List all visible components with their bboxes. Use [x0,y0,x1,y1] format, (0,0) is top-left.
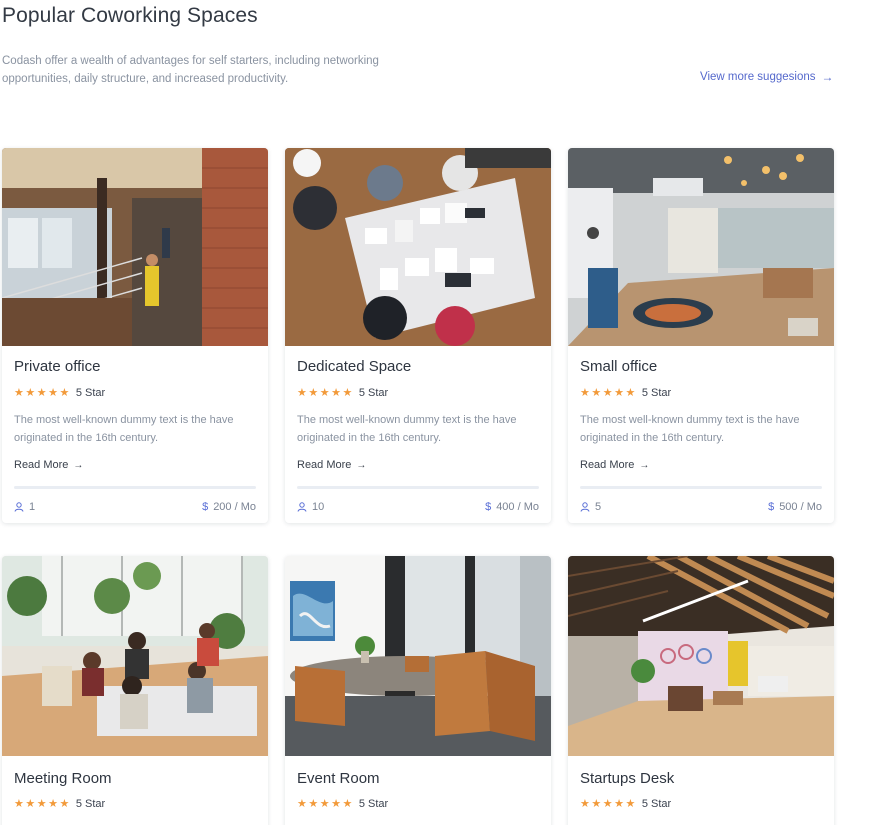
star-rating: ★★★★★ 5 Star [580,797,822,811]
rating-label: 5 Star [641,386,672,399]
rating-label: 5 Star [358,797,389,810]
price-value: 200 / Mo [213,501,256,513]
space-description: The most well-known dummy text is the ha… [580,414,800,444]
star-icons: ★★★★★ [297,798,354,810]
coworking-spaces-section: Popular Coworking Spaces Codash offer a … [0,0,886,825]
space-card-startups-desk: Startups Desk ★★★★★ 5 Star [568,556,834,825]
arrow-right-icon: → [356,459,367,471]
space-card-dedicated-space: Dedicated Space ★★★★★ 5 Star The most we… [285,148,551,523]
capacity: 10 [297,501,324,513]
space-photo[interactable] [285,556,551,756]
space-card-private-office: Private office ★★★★★ 5 Star The most wel… [2,148,268,523]
dollar-icon: $ [768,501,775,513]
arrow-right-icon: → [639,459,650,471]
price-value: 500 / Mo [779,501,822,513]
arrow-right-icon: → [821,70,834,84]
section-title: Popular Coworking Spaces [2,4,258,27]
divider [580,486,822,489]
star-icons: ★★★★★ [14,798,71,810]
star-rating: ★★★★★ 5 Star [14,386,256,400]
space-name[interactable]: Meeting Room [14,770,256,787]
user-icon [580,502,590,512]
section-intro: Codash offer a wealth of advantages for … [2,55,379,85]
rating-label: 5 Star [75,386,106,399]
read-more-label: Read More [14,459,69,471]
price: $ 400 / Mo [485,501,539,513]
space-photo[interactable] [2,556,268,756]
space-name[interactable]: Startups Desk [580,770,822,787]
capacity-value: 1 [29,501,36,513]
star-icons: ★★★★★ [580,387,637,399]
dollar-icon: $ [485,501,492,513]
view-more-label: View more suggesions [700,71,816,83]
capacity: 1 [14,501,35,513]
capacity-value: 5 [595,501,602,513]
divider [14,486,256,489]
star-rating: ★★★★★ 5 Star [297,386,539,400]
price: $ 200 / Mo [202,501,256,513]
capacity-value: 10 [312,501,325,513]
star-icons: ★★★★★ [14,387,71,399]
space-photo[interactable] [568,148,834,346]
divider [297,486,539,489]
space-card-meeting-room: Meeting Room ★★★★★ 5 Star [2,556,268,825]
view-more-link[interactable]: View more suggesions → [700,70,834,84]
user-icon [297,502,307,512]
space-name[interactable]: Small office [580,358,822,375]
space-description: The most well-known dummy text is the ha… [14,414,234,444]
read-more-link[interactable]: Read More → [14,459,83,471]
capacity: 5 [580,501,601,513]
read-more-link[interactable]: Read More → [580,459,649,471]
user-icon [14,502,24,512]
card-meta: 1 $ 200 / Mo [14,501,256,513]
read-more-label: Read More [297,459,352,471]
dollar-icon: $ [202,501,209,513]
card-meta: 10 $ 400 / Mo [297,501,539,513]
price-value: 400 / Mo [496,501,539,513]
star-rating: ★★★★★ 5 Star [580,386,822,400]
price: $ 500 / Mo [768,501,822,513]
space-photo[interactable] [285,148,551,346]
card-meta: 5 $ 500 / Mo [580,501,822,513]
space-photo[interactable] [2,148,268,346]
star-icons: ★★★★★ [297,387,354,399]
rating-label: 5 Star [641,797,672,810]
space-name[interactable]: Dedicated Space [297,358,539,375]
star-icons: ★★★★★ [580,798,637,810]
star-rating: ★★★★★ 5 Star [297,797,539,811]
arrow-right-icon: → [73,459,84,471]
read-more-link[interactable]: Read More → [297,459,366,471]
read-more-label: Read More [580,459,635,471]
space-name[interactable]: Event Room [297,770,539,787]
space-photo[interactable] [568,556,834,756]
rating-label: 5 Star [75,797,106,810]
space-card-event-room: Event Room ★★★★★ 5 Star [285,556,551,825]
star-rating: ★★★★★ 5 Star [14,797,256,811]
space-card-small-office: Small office ★★★★★ 5 Star The most well-… [568,148,834,523]
space-description: The most well-known dummy text is the ha… [297,414,517,444]
space-name[interactable]: Private office [14,358,256,375]
rating-label: 5 Star [358,386,389,399]
